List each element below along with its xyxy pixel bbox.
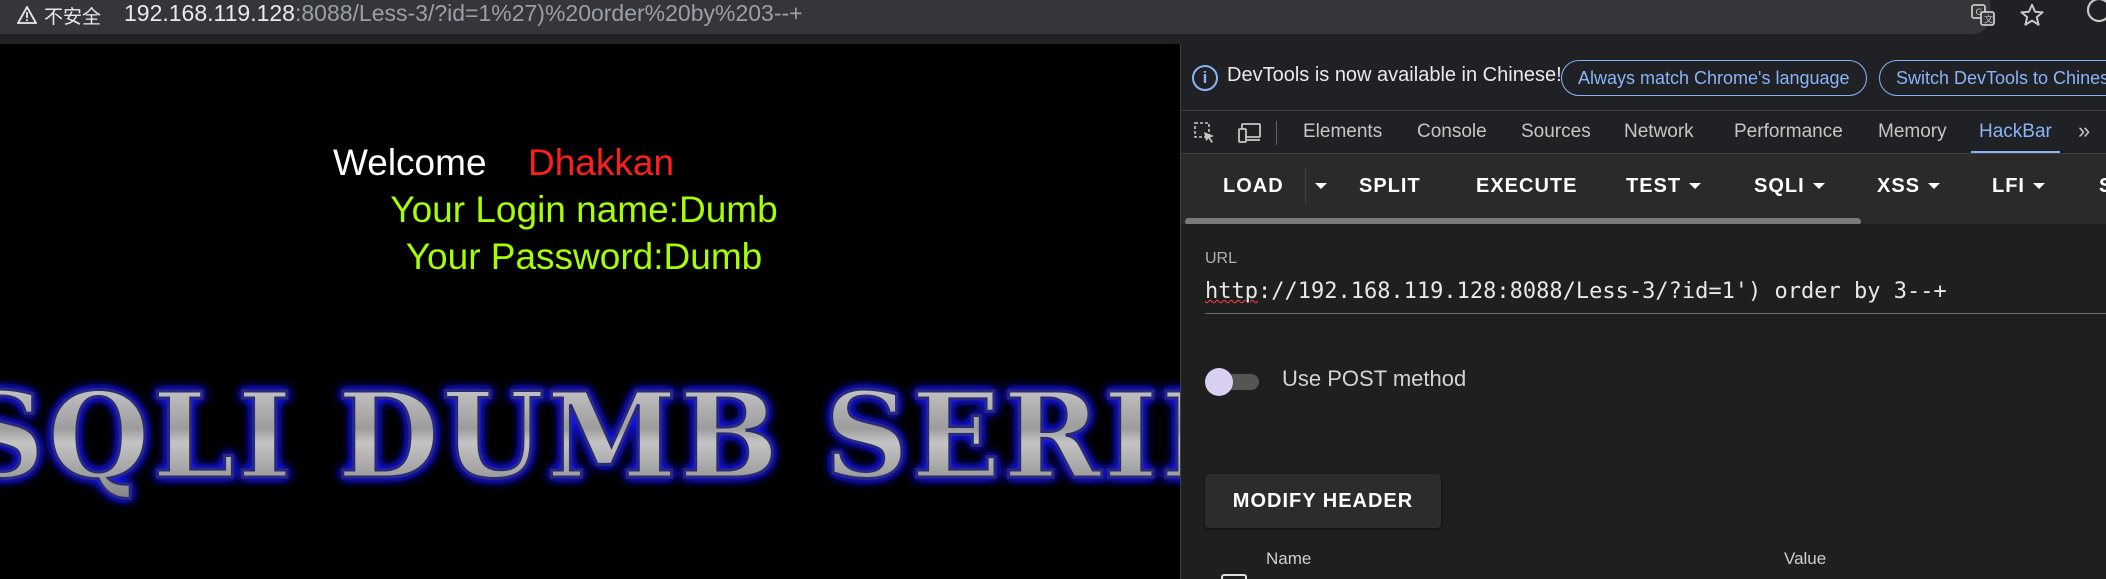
tab-performance[interactable]: Performance — [1734, 111, 1843, 153]
xss-menu-button[interactable]: XSS — [1877, 154, 1941, 218]
lfi-label: LFI — [1992, 175, 2025, 197]
modify-header-button[interactable]: MODIFY HEADER — [1205, 474, 1441, 528]
url-host: 192.168.119.128 — [124, 0, 295, 26]
switch-devtools-chinese-button[interactable]: Switch DevTools to Chinese — [1879, 60, 2106, 96]
header-row-checkbox[interactable] — [1221, 574, 1247, 579]
chevron-down-icon — [1812, 183, 1825, 189]
execute-button[interactable]: EXECUTE — [1476, 154, 1577, 218]
omnibox[interactable]: 不安全 192.168.119.128:8088/Less-3/?id=1%27… — [0, 0, 2044, 34]
ssti-label: S — [2099, 154, 2106, 218]
tab-separator — [1276, 121, 1277, 145]
toggle-knob — [1205, 368, 1233, 396]
star-icon[interactable] — [2017, 1, 2047, 29]
sqli-label: SQLI — [1754, 175, 1805, 197]
load-divider — [1305, 168, 1306, 204]
address-bar: 不安全 192.168.119.128:8088/Less-3/?id=1%27… — [0, 0, 2106, 44]
svg-text:文: 文 — [1984, 14, 1993, 26]
ssti-menu-button[interactable]: S — [2099, 154, 2106, 218]
notice-text: DevTools is now available in Chinese! — [1227, 64, 1562, 86]
inspect-element-icon[interactable] — [1191, 119, 1219, 147]
tab-elements[interactable]: Elements — [1303, 111, 1382, 153]
profile-icon[interactable] — [2084, 0, 2106, 24]
password-line: Your Password:Dumb — [405, 236, 763, 277]
chevron-down-icon — [1689, 183, 1702, 189]
tab-sources[interactable]: Sources — [1521, 111, 1591, 153]
tab-memory[interactable]: Memory — [1878, 111, 1947, 153]
post-method-label: Use POST method — [1282, 366, 1467, 391]
url-label: URL — [1205, 250, 1238, 267]
url-rest-value: ://192.168.119.128:8088/Less-3/?id=1') o… — [1257, 279, 1947, 304]
devtools-panel: i DevTools is now available in Chinese! … — [1180, 44, 2106, 579]
sqli-dumb-series-banner: SQLI DUMB SERIES — [0, 365, 1180, 507]
chevron-down-icon — [1315, 183, 1327, 189]
security-label: 不安全 — [44, 6, 102, 28]
load-label: LOAD — [1223, 175, 1284, 197]
always-match-language-button[interactable]: Always match Chrome's language — [1561, 60, 1867, 96]
devtools-tabbar: Elements Console Sources Network Perform… — [1181, 110, 2106, 154]
url-rest: :8088/Less-3/?id=1%27)%20order%20by%203-… — [294, 0, 803, 26]
header-name-column: Name — [1266, 549, 1312, 568]
security-chip[interactable]: 不安全 — [16, 2, 101, 28]
execute-label: EXECUTE — [1476, 175, 1578, 197]
xss-label: XSS — [1877, 175, 1921, 197]
banner-text: SQLI DUMB SERIES — [0, 366, 1180, 505]
svg-text:G: G — [1976, 8, 1983, 18]
split-label: SPLIT — [1359, 175, 1421, 197]
login-name-line: Your Login name:Dumb — [390, 189, 778, 230]
tab-hackbar[interactable]: HackBar — [1971, 111, 2060, 153]
tab-network[interactable]: Network — [1624, 111, 1694, 153]
url-text[interactable]: 192.168.119.128:8088/Less-3/?id=1%27)%20… — [124, 0, 803, 28]
tab-console[interactable]: Console — [1417, 111, 1487, 153]
lfi-menu-button[interactable]: LFI — [1992, 154, 2045, 218]
test-menu-button[interactable]: TEST — [1626, 154, 1702, 218]
welcome-name: Dhakkan — [528, 142, 675, 183]
load-dropdown-button[interactable] — [1315, 154, 1327, 218]
url-scheme: http — [1205, 279, 1258, 304]
warning-icon — [16, 5, 38, 25]
info-icon: i — [1192, 65, 1218, 91]
post-method-toggle[interactable] — [1205, 365, 1261, 396]
chevron-down-icon — [2033, 183, 2045, 189]
page-content: Welcome Dhakkan Your Login name:Dumb You… — [0, 44, 1180, 579]
header-value-column: Value — [1784, 549, 1827, 568]
load-button[interactable]: LOAD — [1223, 154, 1284, 218]
sqli-menu-button[interactable]: SQLI — [1754, 154, 1825, 218]
language-notice: i DevTools is now available in Chinese! … — [1181, 44, 2106, 110]
split-button[interactable]: SPLIT — [1359, 154, 1421, 218]
hackbar-body: URL http://192.168.119.128:8088/Less-3/?… — [1181, 224, 2106, 579]
test-label: TEST — [1626, 175, 1682, 197]
device-toolbar-icon[interactable] — [1236, 119, 1264, 147]
welcome-word: Welcome — [333, 142, 487, 183]
welcome-line: Welcome Dhakkan — [0, 142, 1180, 186]
translate-icon[interactable]: G文 — [1968, 1, 1998, 29]
more-tabs-icon[interactable]: » — [2078, 111, 2090, 153]
chevron-down-icon — [1928, 183, 1941, 189]
url-input[interactable]: http://192.168.119.128:8088/Less-3/?id=1… — [1205, 276, 2106, 314]
hackbar-toolbar: LOAD SPLIT EXECUTE TEST SQLI XSS LFI S — [1181, 154, 2106, 225]
